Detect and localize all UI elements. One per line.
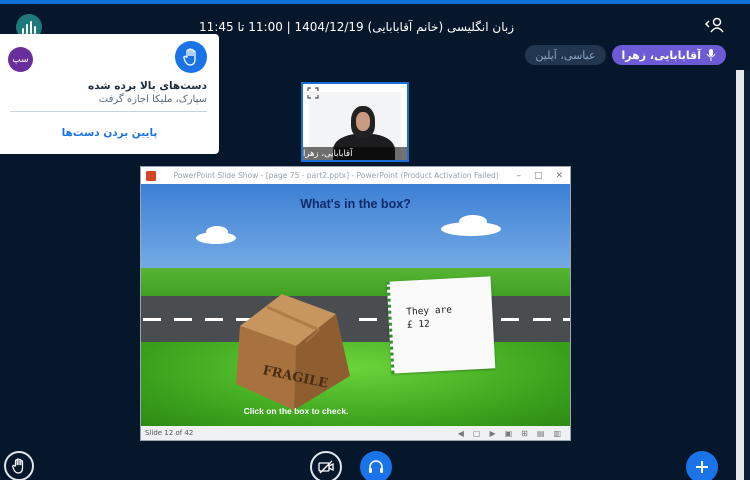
raised-hands-notification: سپ دست‌های بالا برده شده سپارک، ملیکا اج…: [0, 34, 219, 154]
cardboard-box[interactable]: FRAGILE: [234, 294, 354, 414]
presentation-window-title: PowerPoint Slide Show - [page 75 - part2…: [173, 171, 499, 180]
camera-off-icon: [318, 460, 334, 474]
headphones-icon: [369, 460, 383, 473]
top-accent-bar: [0, 0, 750, 4]
presentation-titlebar: PowerPoint Slide Show - [page 75 - part2…: [141, 167, 570, 184]
lower-hands-button[interactable]: پایین بردن دست‌ها: [0, 127, 219, 139]
hand-icon: [12, 458, 24, 474]
divider: [10, 111, 207, 112]
talking-indicators: آقابابایی، زهرا عباسی، آیلین: [525, 45, 726, 65]
avatar: سپ: [8, 47, 33, 72]
powerpoint-icon: [146, 170, 156, 181]
presentation-window: PowerPoint Slide Show - [page 75 - part2…: [140, 166, 571, 441]
notification-title: دست‌های بالا برده شده: [88, 80, 207, 92]
slide-sorter-icon[interactable]: ⊞: [521, 429, 528, 438]
meeting-title: زبان انگلیسی (خانم آقابابایی) 1404/12/19…: [199, 20, 514, 34]
side-panel-edge: [736, 70, 750, 480]
minimize-icon[interactable]: –: [516, 171, 521, 181]
muted-user-pill[interactable]: عباسی، آیلین: [525, 45, 606, 65]
close-icon[interactable]: ✕: [555, 171, 563, 181]
maximize-icon[interactable]: □: [534, 171, 543, 181]
cloud: [206, 226, 228, 238]
price-note: They are £ 12: [386, 276, 496, 374]
previous-slide-icon[interactable]: ◀: [458, 429, 464, 438]
talking-user-name: آقابابایی، زهرا: [621, 48, 701, 62]
webcam-tile[interactable]: آقابابایی، زهرا: [301, 82, 409, 162]
reading-view-icon[interactable]: ▤: [537, 429, 545, 438]
muted-user-name: عباسی، آیلین: [535, 48, 596, 62]
actions-button[interactable]: [686, 451, 718, 480]
grass: [141, 268, 570, 298]
raise-hand-button[interactable]: [4, 451, 34, 480]
presentation-statusbar: Slide 12 of 42 ◀ ▢ ▶ ▣ ⊞ ▤ ▥: [141, 426, 570, 440]
notification-subtitle: سپارک، ملیکا اجازه گرفت: [98, 94, 207, 105]
cloud: [459, 215, 487, 228]
next-slide-icon[interactable]: ▶: [489, 429, 495, 438]
slide-instruction: Click on the box to check.: [243, 406, 349, 416]
presentation-slide: What's in the box? FRAGILE They are £ 12…: [141, 184, 570, 426]
menu-icon[interactable]: ▢: [473, 429, 481, 438]
microphone-icon: [706, 49, 716, 61]
slide-counter: Slide 12 of 42: [145, 429, 194, 437]
expand-icon[interactable]: [307, 87, 319, 99]
audio-button[interactable]: [360, 451, 392, 480]
raised-hand-icon: [175, 41, 207, 73]
talking-user-pill[interactable]: آقابابایی، زهرا: [611, 45, 726, 65]
plus-icon: [696, 461, 708, 473]
normal-view-icon[interactable]: ▣: [505, 429, 513, 438]
slideshow-icon[interactable]: ▥: [553, 429, 561, 438]
note-text: They are £ 12: [405, 304, 453, 331]
road: [141, 296, 570, 344]
webcam-off-button[interactable]: [310, 451, 342, 480]
slide-question: What's in the box?: [300, 197, 411, 211]
user-list-icon[interactable]: [704, 17, 726, 33]
webcam-user-name: آقابابایی، زهرا: [303, 147, 407, 160]
